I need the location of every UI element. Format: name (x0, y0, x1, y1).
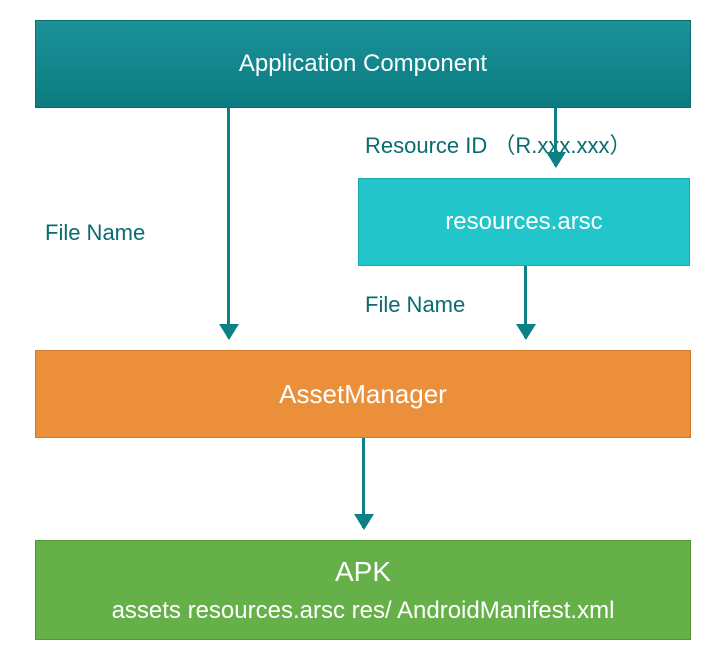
arrow-app-to-resources (554, 108, 557, 166)
arrow-assetmanager-to-apk (362, 438, 365, 528)
arrow-resources-to-assetmanager (524, 266, 527, 338)
apk-contents-label: assets resources.arsc res/ AndroidManife… (112, 593, 615, 629)
file-name-label-left: File Name (45, 220, 145, 246)
file-name-label-right: File Name (365, 292, 465, 318)
resources-arsc-label: resources.arsc (445, 208, 602, 236)
apk-box: APK assets resources.arsc res/ AndroidMa… (35, 540, 691, 640)
resource-id-label: Resource ID （R.xxx.xxx） (365, 128, 632, 160)
asset-manager-box: AssetManager (35, 350, 691, 438)
application-component-box: Application Component (35, 20, 691, 108)
asset-manager-label: AssetManager (279, 379, 447, 410)
arrow-app-to-assetmanager (227, 108, 230, 338)
application-component-label: Application Component (239, 50, 487, 78)
resources-arsc-box: resources.arsc (358, 178, 690, 266)
apk-title-label: APK (335, 551, 391, 593)
